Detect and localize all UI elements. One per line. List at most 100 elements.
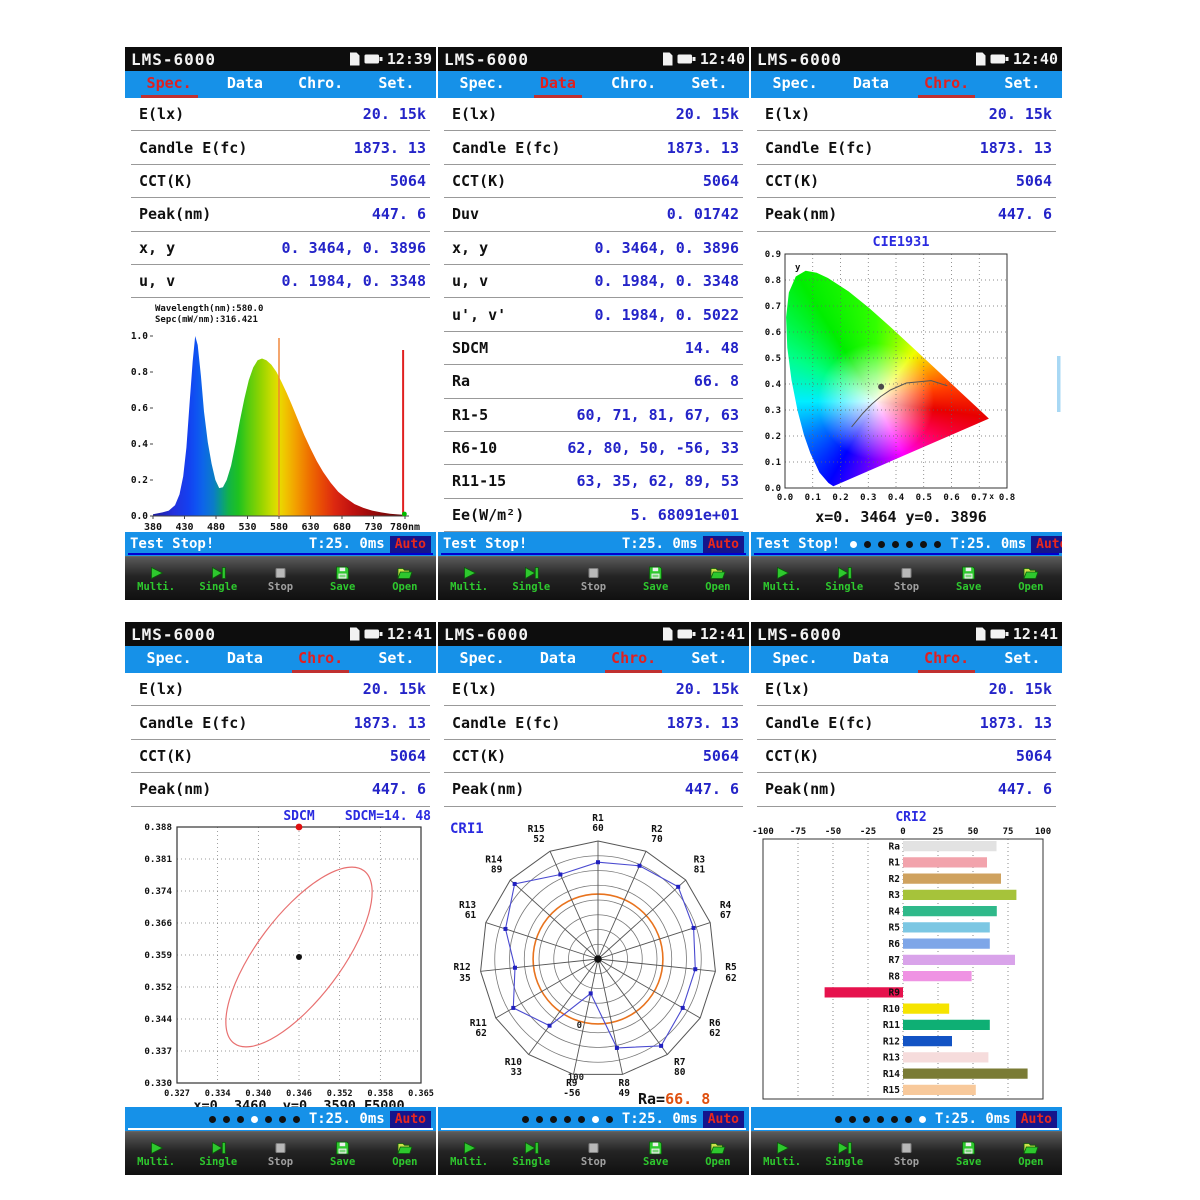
row-value: 5064 bbox=[703, 747, 739, 765]
page-dot bbox=[209, 1116, 216, 1123]
measurement-table: E(lx)20. 15kCandle E(fc)1873. 13CCT(K)50… bbox=[751, 673, 1062, 807]
row-label: CCT(K) bbox=[139, 747, 193, 765]
auto-badge[interactable]: Auto bbox=[703, 536, 744, 553]
toolbar-button-single[interactable]: Single bbox=[192, 564, 244, 593]
tab-data[interactable]: Data bbox=[221, 71, 269, 98]
auto-badge[interactable]: Auto bbox=[703, 1111, 744, 1128]
row-label: Duv bbox=[452, 205, 479, 223]
panel-chro-cri2: LMS-6000 12:41 Spec. Data Chro. Set. E(l… bbox=[751, 622, 1062, 1175]
toolbar-button-open[interactable]: Open bbox=[692, 564, 744, 593]
toolbar-button-multi[interactable]: Multi. bbox=[756, 1139, 808, 1168]
svg-text:CIE1931: CIE1931 bbox=[873, 234, 930, 250]
tab-spec[interactable]: Spec. bbox=[454, 646, 511, 673]
toolbar-button-open[interactable]: Open bbox=[1005, 564, 1057, 593]
tab-set[interactable]: Set. bbox=[685, 646, 733, 673]
cri-bar-r1 bbox=[903, 857, 987, 867]
cri-bar-r15 bbox=[903, 1084, 976, 1094]
auto-badge[interactable]: Auto bbox=[390, 536, 431, 553]
toolbar-button-open[interactable]: Open bbox=[692, 1139, 744, 1168]
toolbar-button-save[interactable]: Save bbox=[630, 1139, 682, 1168]
sd-card-icon bbox=[661, 52, 673, 66]
tab-set[interactable]: Set. bbox=[372, 71, 420, 98]
svg-text:R9: R9 bbox=[889, 987, 901, 998]
toolbar-button-save[interactable]: Save bbox=[943, 1139, 995, 1168]
cri-bar-r10 bbox=[903, 1003, 949, 1013]
toolbar-button-multi[interactable]: Multi. bbox=[443, 1139, 495, 1168]
tab-data[interactable]: Data bbox=[847, 646, 895, 673]
toolbar-button-stop[interactable]: Stop bbox=[254, 1139, 306, 1168]
tab-set[interactable]: Set. bbox=[998, 646, 1046, 673]
toolbar-button-label: Open bbox=[1018, 1157, 1043, 1168]
toolbar-button-multi[interactable]: Multi. bbox=[443, 564, 495, 593]
toolbar-button-label: Save bbox=[330, 1157, 355, 1168]
tab-chro[interactable]: Chro. bbox=[605, 646, 662, 673]
measured-point bbox=[296, 823, 303, 830]
row-label: E(lx) bbox=[452, 680, 497, 698]
toolbar-button-single[interactable]: Single bbox=[192, 1139, 244, 1168]
svg-text:0.6: 0.6 bbox=[765, 328, 781, 338]
toolbar-button-stop[interactable]: Stop bbox=[567, 564, 619, 593]
row-value: 20. 15k bbox=[363, 680, 426, 698]
toolbar-button-open[interactable]: Open bbox=[379, 1139, 431, 1168]
toolbar-button-multi[interactable]: Multi. bbox=[130, 564, 182, 593]
tab-chro[interactable]: Chro. bbox=[605, 71, 662, 98]
tab-spec[interactable]: Spec. bbox=[141, 646, 198, 673]
svg-text:y: y bbox=[795, 263, 801, 273]
tab-spec[interactable]: Spec. bbox=[141, 71, 198, 98]
tab-chro[interactable]: Chro. bbox=[918, 71, 975, 98]
tab-data[interactable]: Data bbox=[534, 646, 582, 673]
toolbar-button-open[interactable]: Open bbox=[379, 564, 431, 593]
toolbar-button-stop[interactable]: Stop bbox=[880, 1139, 932, 1168]
tab-data[interactable]: Data bbox=[221, 646, 269, 673]
toolbar-button-label: Single bbox=[512, 582, 550, 593]
toolbar-button-single[interactable]: Single bbox=[818, 564, 870, 593]
ra-value: Ra=66. 8 bbox=[638, 1090, 710, 1107]
toolbar-button-save[interactable]: Save bbox=[317, 1139, 369, 1168]
tab-chro[interactable]: Chro. bbox=[292, 646, 349, 673]
auto-badge[interactable]: Auto bbox=[1016, 1111, 1057, 1128]
toolbar-button-single[interactable]: Single bbox=[505, 1139, 557, 1168]
tab-set[interactable]: Set. bbox=[998, 71, 1046, 98]
tab-set[interactable]: Set. bbox=[372, 646, 420, 673]
toolbar-button-multi[interactable]: Multi. bbox=[130, 1139, 182, 1168]
page-dot bbox=[265, 1116, 272, 1123]
auto-badge[interactable]: Auto bbox=[1031, 536, 1062, 553]
table-row: Peak(nm)447. 6 bbox=[757, 773, 1056, 806]
tab-data[interactable]: Data bbox=[847, 71, 895, 98]
svg-text:0: 0 bbox=[577, 1021, 582, 1031]
toolbar-button-save[interactable]: Save bbox=[317, 564, 369, 593]
row-value: 60, 71, 81, 67, 63 bbox=[576, 406, 739, 424]
tab-set[interactable]: Set. bbox=[685, 71, 733, 98]
row-label: Candle E(fc) bbox=[452, 714, 560, 732]
tab-spec[interactable]: Spec. bbox=[767, 646, 824, 673]
cri-bar-r3 bbox=[903, 889, 1016, 899]
toolbar-button-stop[interactable]: Stop bbox=[567, 1139, 619, 1168]
toolbar-button-open[interactable]: Open bbox=[1005, 1139, 1057, 1168]
toolbar-button-save[interactable]: Save bbox=[943, 564, 995, 593]
row-value: 1873. 13 bbox=[354, 139, 426, 157]
tab-spec[interactable]: Spec. bbox=[767, 71, 824, 98]
row-value: 1873. 13 bbox=[667, 714, 739, 732]
toolbar-button-label: Single bbox=[825, 582, 863, 593]
scrollbar[interactable] bbox=[1057, 356, 1061, 412]
measurement-table: E(lx)20. 15kCandle E(fc)1873. 13CCT(K)50… bbox=[125, 673, 436, 807]
toolbar-button-multi[interactable]: Multi. bbox=[756, 564, 808, 593]
tab-chro[interactable]: Chro. bbox=[292, 71, 349, 98]
svg-text:60: 60 bbox=[592, 823, 604, 834]
tab-spec[interactable]: Spec. bbox=[454, 71, 511, 98]
toolbar-button-save[interactable]: Save bbox=[630, 564, 682, 593]
table-row: CCT(K)5064 bbox=[444, 740, 743, 773]
toolbar-button-single[interactable]: Single bbox=[818, 1139, 870, 1168]
tab-data[interactable]: Data bbox=[534, 71, 582, 98]
svg-text:0.5: 0.5 bbox=[765, 354, 781, 364]
toolbar-button-single[interactable]: Single bbox=[505, 564, 557, 593]
toolbar-button-stop[interactable]: Stop bbox=[254, 564, 306, 593]
toolbar-button-stop[interactable]: Stop bbox=[880, 564, 932, 593]
row-label: Candle E(fc) bbox=[765, 714, 873, 732]
toolbar: Multi. Single Stop Save Open bbox=[438, 1131, 749, 1175]
tab-chro[interactable]: Chro. bbox=[918, 646, 975, 673]
page-dot bbox=[891, 1116, 898, 1123]
auto-badge[interactable]: Auto bbox=[390, 1111, 431, 1128]
row-value: 0. 1984, 0. 3348 bbox=[595, 272, 740, 290]
table-row: E(lx)20. 15k bbox=[757, 98, 1056, 131]
